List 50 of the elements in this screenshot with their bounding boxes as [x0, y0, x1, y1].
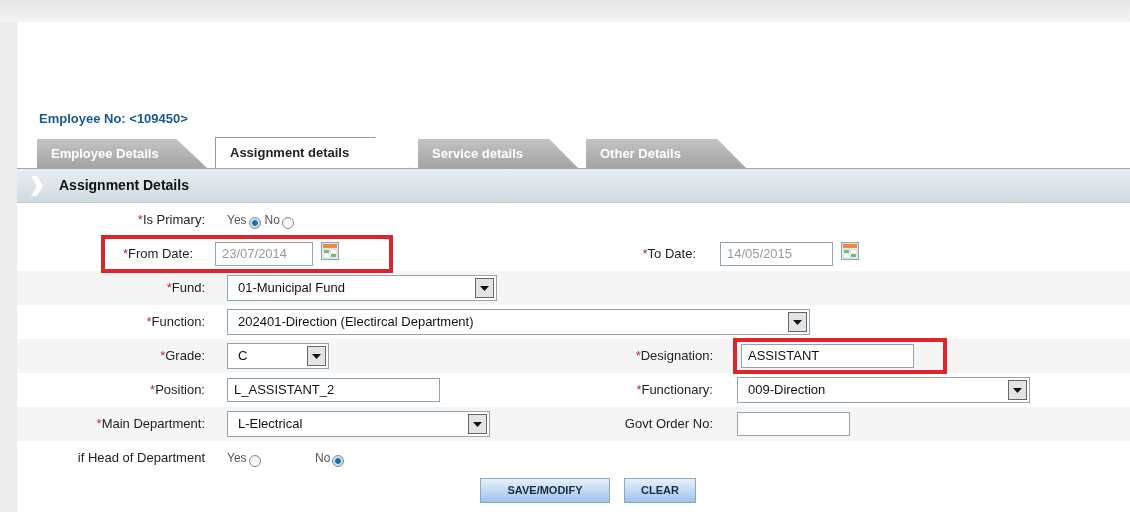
dropdown[interactable]: 009-Direction — [737, 377, 1030, 403]
dropdown[interactable]: L-Electrical — [227, 411, 490, 437]
calendar-icon[interactable] — [841, 242, 859, 260]
field-label: Functionary: — [641, 381, 713, 400]
required-asterisk: * — [635, 347, 641, 366]
caret-icon — [788, 312, 807, 332]
field-label: To Date: — [647, 245, 696, 264]
input-field[interactable] — [737, 412, 850, 436]
dropdown[interactable]: 202401-Direction (Electircal Department) — [227, 309, 810, 335]
action-button[interactable]: SAVE/MODIFY — [480, 478, 610, 503]
option-label: No — [315, 450, 331, 467]
field-label: Is Primary: — [142, 211, 205, 230]
option-label: Yes — [227, 450, 247, 467]
field-label: Fund: — [171, 279, 205, 298]
action-button[interactable]: CLEAR — [624, 478, 696, 503]
field-label: From Date: — [128, 245, 193, 264]
radio-button[interactable] — [281, 217, 294, 229]
dropdown[interactable]: C — [227, 343, 329, 369]
field-label: Function: — [151, 313, 205, 332]
radio-button[interactable] — [248, 455, 261, 467]
field-label: Govt Order No: — [624, 415, 713, 434]
required-asterisk: * — [150, 381, 156, 400]
caret-icon — [468, 414, 487, 434]
required-asterisk: * — [642, 245, 648, 264]
required-asterisk: * — [96, 415, 102, 434]
field-label: Designation: — [640, 347, 713, 366]
input-field[interactable]: ASSISTANT — [741, 344, 914, 368]
field-label: Grade: — [165, 347, 205, 366]
chevron-icon — [29, 175, 43, 196]
input-field[interactable]: L_ASSISTANT_2 — [227, 378, 440, 402]
radio-button[interactable] — [248, 217, 261, 229]
required-asterisk: * — [137, 211, 143, 230]
field-label: if Head of Department — [77, 449, 205, 468]
required-asterisk: * — [636, 381, 642, 400]
section-title: Assignment Details — [59, 176, 189, 195]
caret-icon — [307, 346, 326, 366]
field-label: Position: — [155, 381, 205, 400]
field-label: Main Department: — [101, 415, 205, 434]
required-asterisk: * — [166, 279, 172, 298]
option-label: Yes — [227, 212, 247, 229]
dropdown[interactable]: 01-Municipal Fund — [227, 275, 497, 301]
tab[interactable]: Assignment details — [215, 137, 410, 168]
required-asterisk: * — [160, 347, 166, 366]
caret-icon — [475, 278, 494, 298]
required-asterisk: * — [146, 313, 152, 332]
employee-number: Employee No: <109450> — [39, 110, 188, 129]
radio-button[interactable] — [332, 455, 345, 467]
option-label: No — [264, 212, 280, 229]
caret-icon — [1008, 380, 1027, 400]
required-asterisk: * — [122, 245, 128, 264]
